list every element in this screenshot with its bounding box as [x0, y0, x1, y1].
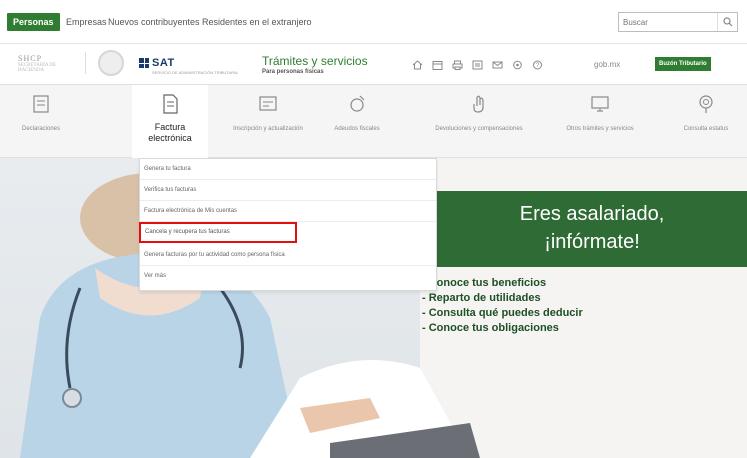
tab-residentes-extranjero[interactable]: Residentes en el extranjero	[202, 17, 312, 27]
hacienda-logo-text: SHCP	[18, 54, 43, 63]
search-icon[interactable]	[717, 13, 737, 31]
header-icons: ?	[411, 59, 544, 70]
print-icon[interactable]	[451, 59, 464, 70]
hacienda-logo[interactable]: SHCP SECRETARÍA DE HACIENDA	[18, 54, 58, 73]
calendar-icon[interactable]	[431, 59, 444, 70]
menu-item-mis-cuentas[interactable]: Factura electrónica de Mis cuentas	[140, 201, 436, 222]
inscripcion-icon	[259, 96, 277, 111]
help-icon[interactable]: ?	[531, 59, 544, 70]
tramites-title[interactable]: Trámites y servicios	[262, 54, 368, 68]
search-box	[618, 12, 738, 32]
search-input[interactable]	[623, 16, 701, 28]
nav-item-factura[interactable]: Factura electrónica	[132, 85, 208, 159]
hacienda-logo-sub: SECRETARÍA DE HACIENDA	[18, 63, 57, 73]
nav-label-adeudos: Adeudos fiscales	[334, 126, 380, 132]
menu-item-cancela-recupera[interactable]: Cancela y recupera tus facturas	[139, 222, 297, 243]
otros-icon	[591, 96, 609, 112]
menu-item-genera-factura[interactable]: Genera tu factura	[140, 159, 436, 180]
site-header: SHCP SECRETARÍA DE HACIENDA SAT SERVICIO…	[0, 44, 747, 84]
declaraciones-icon	[33, 95, 49, 113]
mail-icon[interactable]	[491, 59, 504, 70]
home-icon[interactable]	[411, 59, 424, 70]
tab-nuevos-contribuyentes[interactable]: Nuevos contribuyentes	[108, 17, 200, 27]
promo-bullet[interactable]: - Conoce tus obligaciones	[422, 321, 583, 336]
promo-bullet[interactable]: - Consulta qué puedes deducir	[422, 306, 583, 321]
nav-item-otros[interactable]: Otros trámites y servicios	[560, 85, 640, 159]
national-seal-icon	[98, 50, 124, 76]
nav-item-inscripcion[interactable]: Inscripción y actualización	[230, 85, 306, 159]
gobmx-link[interactable]: gob.mx	[594, 60, 620, 69]
main-nav: Declaraciones Factura electrónica Inscri…	[0, 84, 747, 159]
factura-icon	[163, 94, 178, 114]
sat-logo-sub: SERVICIO DE ADMINISTRACIÓN TRIBUTARIA	[152, 70, 238, 75]
tramites-subtitle: Para personas físicas	[262, 69, 324, 75]
sat-page: Personas Empresas Nuevos contribuyentes …	[0, 0, 747, 458]
nav-item-adeudos[interactable]: Adeudos fiscales	[322, 85, 392, 159]
tab-empresas[interactable]: Empresas	[66, 17, 107, 27]
settings-icon[interactable]	[511, 59, 524, 70]
factura-dropdown-menu: Genera tu factura Verifica tus facturas …	[139, 158, 437, 291]
tab-personas[interactable]: Personas	[7, 13, 60, 31]
document-icon[interactable]	[471, 59, 484, 70]
nav-label-inscripcion: Inscripción y actualización	[233, 126, 303, 132]
nav-item-declaraciones[interactable]: Declaraciones	[0, 85, 82, 159]
promo-title-line1: Eres asalariado,	[519, 203, 665, 225]
promo-bullet[interactable]: - Reparto de utilidades	[422, 291, 583, 306]
menu-item-genera-actividad[interactable]: Genera facturas por tu actividad como pe…	[140, 245, 436, 266]
consulta-icon	[699, 95, 713, 113]
devoluciones-icon	[473, 95, 484, 113]
nav-label-devoluciones: Devoluciones y compensaciones	[435, 126, 523, 132]
menu-item-ver-mas[interactable]: Ver más	[140, 266, 436, 287]
menu-item-verifica-facturas[interactable]: Verifica tus facturas	[140, 180, 436, 201]
nav-item-consulta[interactable]: Consulta estatus	[668, 85, 744, 159]
nav-label-declaraciones: Declaraciones	[21, 126, 61, 132]
promo-bullet[interactable]: - Conoce tus beneficios	[422, 276, 583, 291]
promo-bullet-list: - Conoce tus beneficios - Reparto de uti…	[422, 276, 583, 336]
nav-label-factura: Factura electrónica	[148, 122, 192, 143]
promo-box[interactable]: Eres asalariado, ¡infórmate!	[437, 191, 747, 267]
top-bar: Personas Empresas Nuevos contribuyentes …	[0, 0, 747, 44]
sat-logo-text: SAT	[152, 57, 175, 69]
sat-grid-icon	[139, 58, 149, 68]
logo-divider	[85, 52, 86, 74]
nav-label-consulta: Consulta estatus	[683, 126, 729, 132]
promo-title-line2: ¡infórmate!	[544, 231, 640, 253]
adeudos-icon	[350, 95, 365, 112]
nav-item-devoluciones[interactable]: Devoluciones y compensaciones	[432, 85, 526, 159]
nav-label-otros: Otros trámites y servicios	[566, 126, 634, 132]
buzon-tributario-button[interactable]: Buzón Tributario	[655, 57, 711, 71]
